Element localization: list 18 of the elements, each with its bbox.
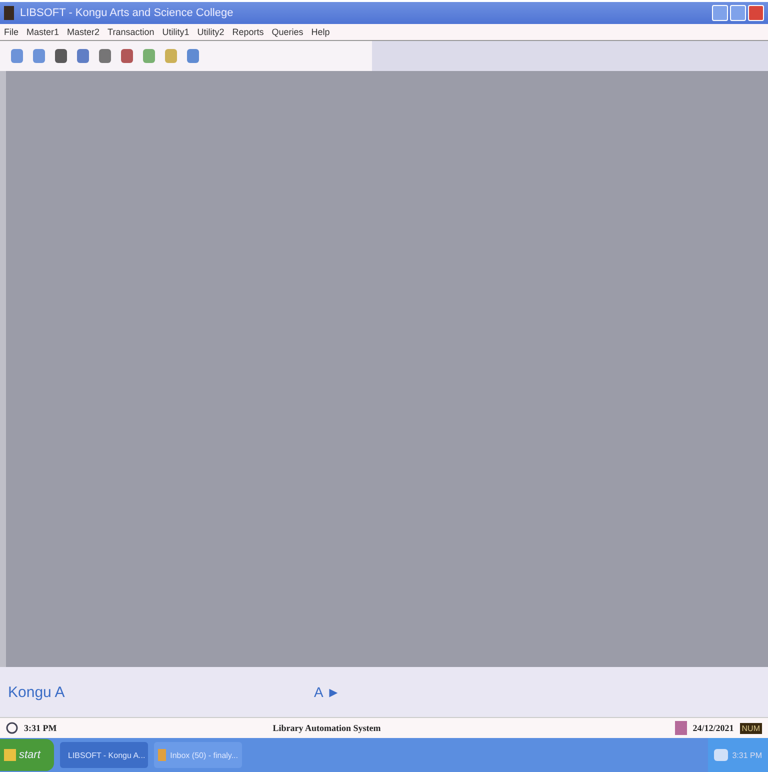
taskbar-item[interactable]: LIBSOFT - Kongu A... <box>60 742 148 768</box>
status-time: 3:31 PM <box>24 723 57 733</box>
num-lock-indicator: NUM <box>740 722 762 734</box>
menu-item[interactable]: File <box>4 27 19 37</box>
menu-item[interactable]: Utility2 <box>197 27 224 37</box>
college-label: Kongu A <box>8 684 66 700</box>
menu-item[interactable]: Help <box>311 27 330 37</box>
menu-item[interactable]: Utility1 <box>162 27 190 37</box>
menu-item[interactable]: Reports <box>232 27 264 37</box>
window-title: LIBSOFT - Kongu Arts and Science College <box>20 7 234 19</box>
menu-item[interactable]: Queries <box>272 27 304 37</box>
menu-item[interactable]: Master1 <box>26 27 60 37</box>
tray-clock: 3:31 PM <box>732 750 762 760</box>
status-date: 24/12/2021 <box>692 723 734 733</box>
menu-item[interactable]: Transaction <box>108 27 154 37</box>
scrolling-label: A ► <box>314 684 340 700</box>
status-title: Library Automation System <box>272 723 382 733</box>
menu-item[interactable]: Master2 <box>67 27 100 37</box>
